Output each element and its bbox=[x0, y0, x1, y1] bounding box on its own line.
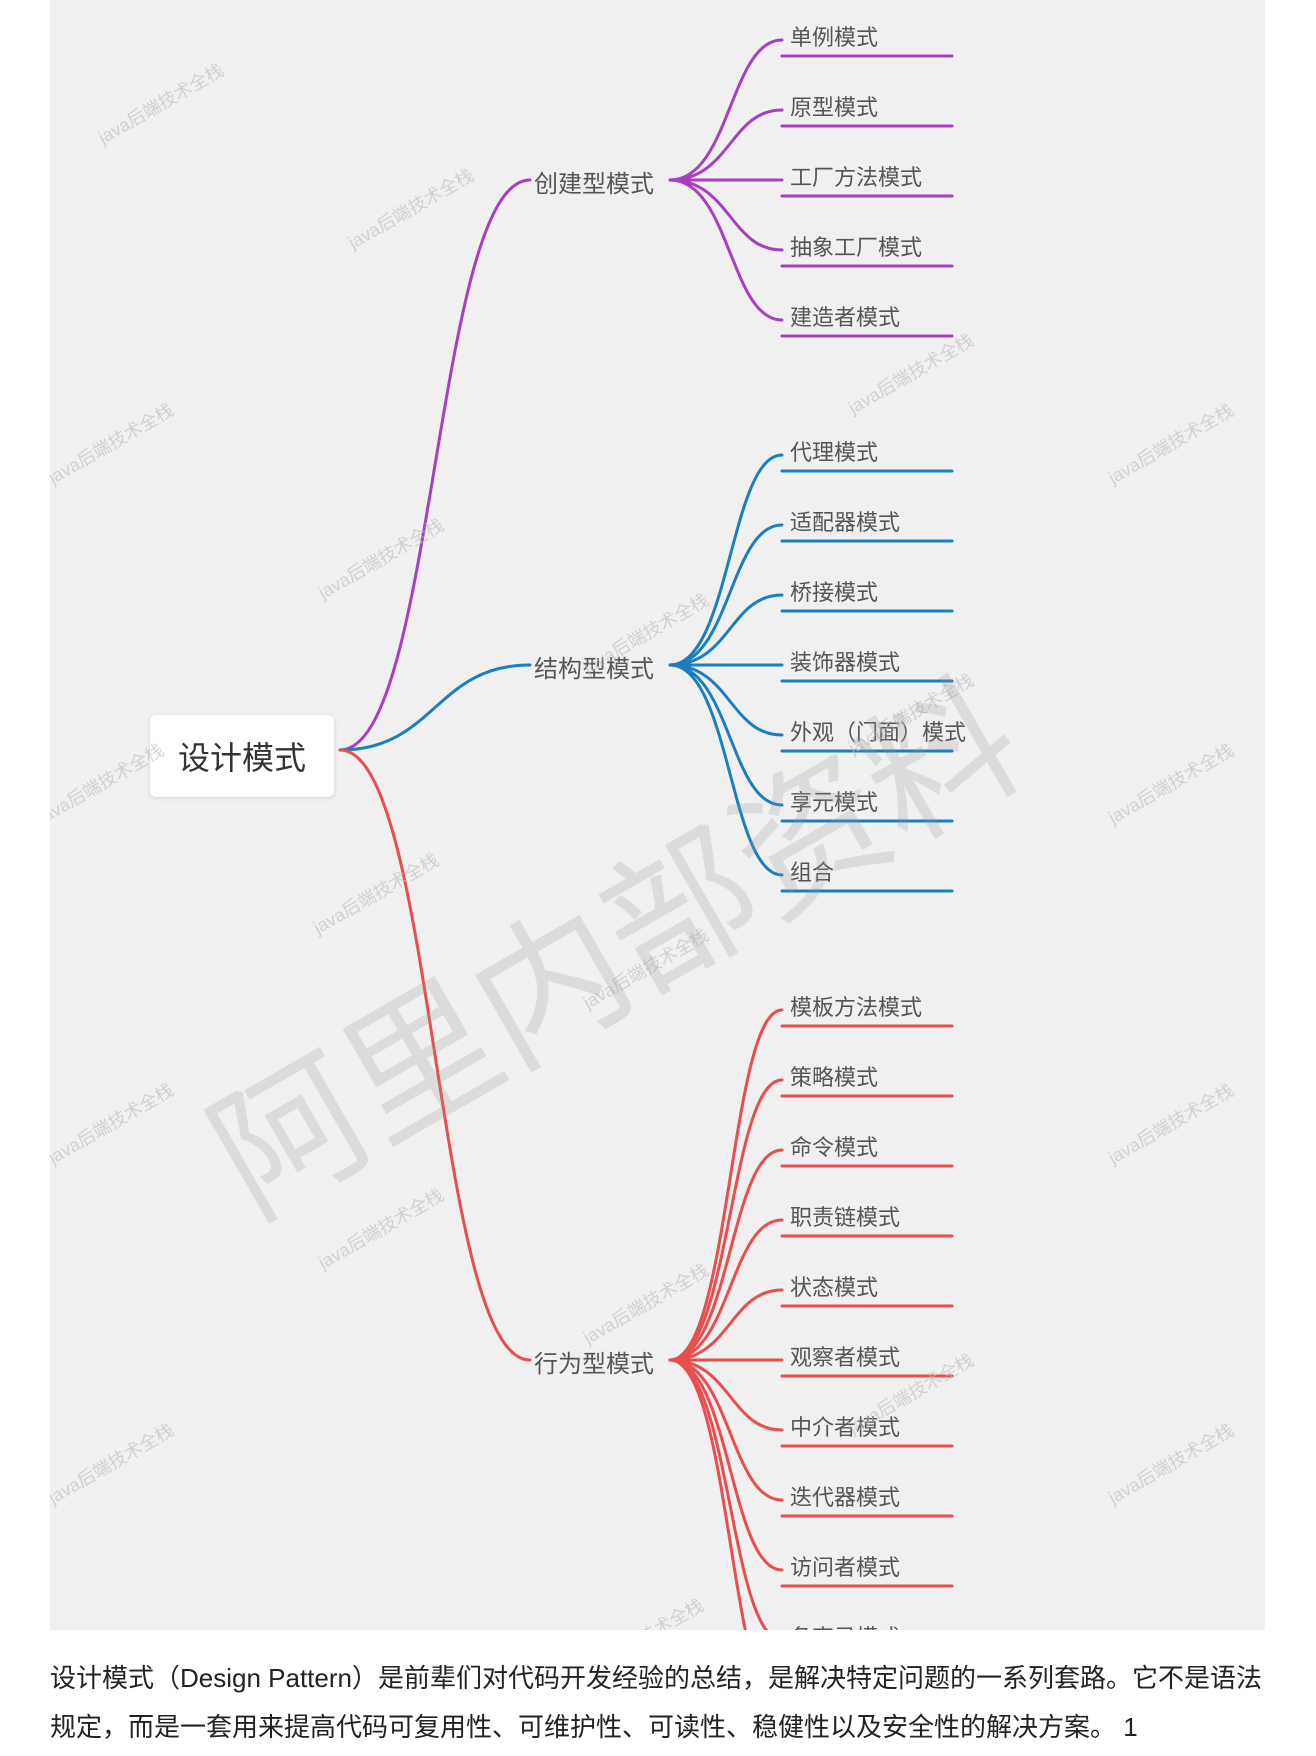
leaf-behavioral-1: 策略模式 bbox=[790, 1060, 878, 1092]
root-node: 设计模式 bbox=[150, 715, 334, 797]
leaf-behavioral-6: 中介者模式 bbox=[790, 1410, 900, 1442]
leaf-behavioral-5: 观察者模式 bbox=[790, 1340, 900, 1372]
leaf-structural-1: 适配器模式 bbox=[790, 505, 900, 537]
description-text: 设计模式（Design Pattern）是前辈们对代码开发经验的总结，是解决特定… bbox=[50, 1654, 1266, 1753]
leaf-structural-4: 外观（门面）模式 bbox=[790, 715, 966, 747]
leaf-creational-2: 工厂方法模式 bbox=[790, 160, 922, 192]
category-structural: 结构型模式 bbox=[534, 649, 654, 684]
leaf-structural-0: 代理模式 bbox=[790, 435, 878, 467]
leaf-behavioral-2: 命令模式 bbox=[790, 1130, 878, 1162]
leaf-creational-1: 原型模式 bbox=[790, 90, 878, 122]
leaf-structural-5: 享元模式 bbox=[790, 785, 878, 817]
leaf-structural-2: 桥接模式 bbox=[790, 575, 878, 607]
leaf-creational-4: 建造者模式 bbox=[790, 300, 900, 332]
category-creational: 创建型模式 bbox=[534, 164, 654, 199]
leaf-behavioral-4: 状态模式 bbox=[790, 1270, 878, 1302]
leaf-structural-6: 组合 bbox=[790, 855, 834, 887]
root-label: 设计模式 bbox=[178, 740, 306, 776]
category-behavioral: 行为型模式 bbox=[534, 1344, 654, 1379]
leaf-creational-0: 单例模式 bbox=[790, 20, 878, 52]
mindmap-canvas: 设计模式 创建型模式 单例模式原型模式工厂方法模式抽象工厂模式建造者模式结构型模式… bbox=[50, 0, 1265, 1630]
leaf-behavioral-8: 访问者模式 bbox=[790, 1550, 900, 1582]
leaf-structural-3: 装饰器模式 bbox=[790, 645, 900, 677]
leaf-behavioral-3: 职责链模式 bbox=[790, 1200, 900, 1232]
leaf-behavioral-9: 备忘录模式 bbox=[790, 1620, 900, 1630]
leaf-behavioral-0: 模板方法模式 bbox=[790, 990, 922, 1022]
leaf-creational-3: 抽象工厂模式 bbox=[790, 230, 922, 262]
leaf-behavioral-7: 迭代器模式 bbox=[790, 1480, 900, 1512]
